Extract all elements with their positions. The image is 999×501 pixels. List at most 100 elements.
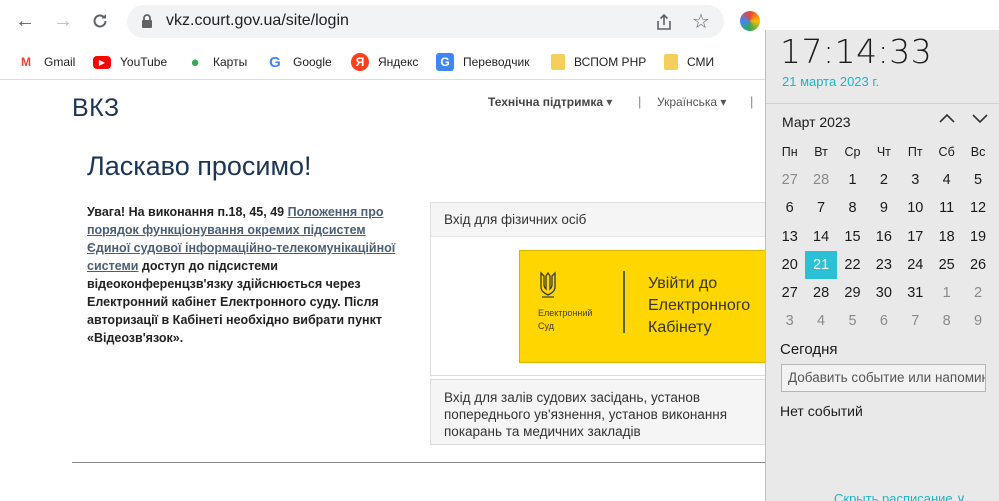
day-cell[interactable]: 8 — [837, 194, 868, 222]
back-icon[interactable]: ← — [12, 8, 38, 34]
folder-icon — [664, 54, 678, 70]
day-cell[interactable]: 5 — [962, 166, 993, 194]
site-logo[interactable]: ВКЗ — [72, 94, 120, 123]
bookmark-gmail[interactable]: M Gmail — [17, 52, 75, 72]
nav-separator: | — [638, 94, 642, 109]
weekday-label: Вт — [814, 145, 828, 159]
share-icon[interactable] — [654, 12, 674, 32]
day-cell[interactable]: 19 — [962, 223, 993, 251]
day-cell[interactable]: 9 — [868, 194, 899, 222]
bookmark-star-icon[interactable]: ☆ — [692, 9, 710, 34]
week-row: 20 21 22 23 24 25 26 — [774, 250, 994, 279]
day-cell[interactable]: 29 — [837, 279, 868, 307]
bookmark-folder-vspom[interactable]: ВСПОМ РНР — [551, 52, 646, 72]
day-cell[interactable]: 23 — [868, 251, 899, 279]
day-cell[interactable]: 25 — [931, 251, 962, 279]
chevron-down-icon[interactable] — [971, 109, 989, 130]
day-cell[interactable]: 28 — [805, 279, 836, 307]
day-cell[interactable]: 31 — [900, 279, 931, 307]
day-cell[interactable]: 13 — [774, 223, 805, 251]
calendar-grid: Пн Вт Ср Чт Пт Сб Вс 27 28 1 2 3 4 5 6 7… — [774, 138, 994, 335]
add-event-input[interactable]: Добавить событие или напоминание — [781, 364, 986, 392]
reload-icon[interactable] — [87, 8, 113, 34]
day-cell[interactable]: 6 — [868, 307, 899, 335]
extension-color-icon[interactable] — [740, 11, 760, 31]
day-cell[interactable]: 2 — [962, 279, 993, 307]
hide-schedule-link[interactable]: Скрыть расписание ∨ — [834, 491, 966, 501]
day-cell[interactable]: 4 — [805, 307, 836, 335]
day-cell[interactable]: 10 — [900, 194, 931, 222]
day-cell[interactable]: 28 — [805, 166, 836, 194]
day-cell[interactable]: 4 — [931, 166, 962, 194]
weekday-row: Пн Вт Ср Чт Пт Сб Вс — [774, 138, 994, 166]
notice-prefix: Увага! На виконання п.18, 45, 49 — [87, 205, 288, 219]
day-cell[interactable]: 7 — [900, 307, 931, 335]
day-cell[interactable]: 22 — [837, 251, 868, 279]
day-cell[interactable]: 3 — [900, 166, 931, 194]
individuals-panel: Вхід для фізичних осіб Електронний Суд У… — [430, 202, 779, 376]
ecourt-login-button[interactable]: Електронний Суд Увійти до Електронного К… — [519, 250, 779, 363]
url-text[interactable]: vkz.court.gov.ua/site/login — [166, 12, 349, 30]
yandex-icon: Я — [351, 53, 369, 71]
day-cell[interactable]: 2 — [868, 166, 899, 194]
ecourt-enter-label: Увійти до Електронного Кабінету — [648, 275, 751, 336]
maps-icon: ● — [190, 53, 200, 71]
day-cell[interactable]: 7 — [805, 194, 836, 222]
divider — [766, 103, 999, 104]
bookmark-yandex[interactable]: Я Яндекс — [351, 52, 418, 72]
folder-icon — [551, 54, 565, 70]
calendar-flyout: 17:14:33 21 марта 2023 г. Март 2023 Пн В… — [765, 30, 999, 501]
notice-text: Увага! На виконання п.18, 45, 49 Положен… — [87, 203, 407, 347]
day-cell[interactable]: 1 — [931, 279, 962, 307]
halls-panel[interactable]: Вхід для залів судових засідань, установ… — [430, 379, 770, 445]
day-cell[interactable]: 12 — [962, 194, 993, 222]
no-events-text: Нет событий — [780, 403, 863, 419]
day-cell[interactable]: 14 — [805, 223, 836, 251]
day-cell[interactable]: 11 — [931, 194, 962, 222]
forward-icon[interactable]: → — [50, 8, 76, 34]
day-cell[interactable]: 17 — [900, 223, 931, 251]
bookmark-maps[interactable]: ● Карты — [186, 52, 247, 72]
trident-icon — [540, 271, 556, 298]
chevron-up-icon[interactable] — [938, 109, 956, 130]
clock-time: 17:14:33 — [780, 32, 933, 71]
clock-date[interactable]: 21 марта 2023 г. — [782, 74, 879, 89]
bookmark-folder-smi[interactable]: СМИ — [664, 52, 714, 72]
weekday-label: Сб — [938, 145, 955, 159]
halls-text: Вхід для залів судових засідань, установ… — [444, 390, 728, 439]
day-cell[interactable]: 20 — [774, 251, 805, 279]
language-menu[interactable]: Українська ▾ — [657, 95, 726, 109]
address-bar[interactable]: vkz.court.gov.ua/site/login ☆ — [127, 5, 724, 38]
day-cell[interactable]: 8 — [931, 307, 962, 335]
bookmark-translate[interactable]: G Переводчик — [436, 52, 530, 72]
weekday-label: Пн — [781, 145, 798, 159]
day-cell[interactable]: 1 — [837, 166, 868, 194]
week-row: 3 4 5 6 7 8 9 — [774, 307, 994, 335]
lock-icon — [142, 14, 152, 28]
day-cell[interactable]: 26 — [962, 251, 993, 279]
day-cell[interactable]: 15 — [837, 223, 868, 251]
divider — [623, 271, 625, 333]
weekday-label: Чт — [876, 145, 891, 159]
day-cell[interactable]: 6 — [774, 194, 805, 222]
day-cell[interactable]: 9 — [962, 307, 993, 335]
page-title: Ласкаво просимо! — [87, 151, 312, 181]
week-row: 6 7 8 9 10 11 12 — [774, 194, 994, 222]
bookmark-youtube[interactable]: ▶ YouTube — [93, 52, 167, 72]
support-menu[interactable]: Технічна підтримка ▾ — [488, 95, 612, 109]
divider-line — [72, 462, 772, 463]
day-cell[interactable]: 3 — [774, 307, 805, 335]
weekday-label: Вс — [970, 145, 986, 159]
month-label[interactable]: Март 2023 — [782, 114, 851, 130]
day-cell[interactable]: 16 — [868, 223, 899, 251]
day-cell[interactable]: 30 — [868, 279, 899, 307]
bookmark-google[interactable]: G Google — [266, 52, 332, 72]
day-cell[interactable]: 18 — [931, 223, 962, 251]
day-cell[interactable]: 27 — [774, 166, 805, 194]
individuals-header: Вхід для фізичних осіб — [431, 203, 769, 237]
day-cell[interactable]: 24 — [900, 251, 931, 279]
day-cell[interactable]: 27 — [774, 279, 805, 307]
google-icon: G — [269, 53, 281, 71]
day-cell[interactable]: 5 — [837, 307, 868, 335]
day-cell-today[interactable]: 21 — [805, 250, 837, 279]
